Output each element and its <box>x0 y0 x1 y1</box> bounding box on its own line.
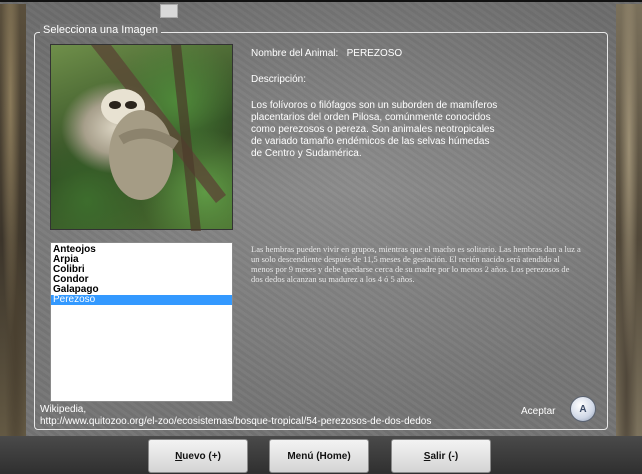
exit-button-label: alir (-) <box>430 450 459 462</box>
sloth-image <box>91 45 226 231</box>
additional-info-text: Las hembras pueden vivir en grupos, mien… <box>251 244 581 284</box>
source-credit: Wikipedia, http://www.quitozoo.org/el-zo… <box>40 404 520 428</box>
description-label: Descripción: <box>251 74 307 85</box>
menu-button-label: Menú (Home) <box>287 450 351 462</box>
source-name: Wikipedia, <box>40 404 87 415</box>
new-button-label: uevo (+) <box>182 450 221 462</box>
animal-name-row: Nombre del Animal: PEREZOSO <box>251 48 402 60</box>
new-button[interactable]: Nuevo (+) <box>148 439 248 473</box>
exit-button-mnemonic: S <box>423 450 431 462</box>
animal-photo <box>50 44 233 231</box>
animal-name-value: PEREZOSO <box>346 48 403 59</box>
accept-circle-icon: A <box>579 403 587 415</box>
animal-listbox[interactable]: Anteojos Arpia Colibri Condor Galapago P… <box>50 242 233 402</box>
main-window: Selecciona una Imagen Anteojos Arpia Col… <box>0 0 642 474</box>
source-url: http://www.quitozoo.org/el-zoo/ecosistem… <box>40 416 432 427</box>
new-button-mnemonic: N <box>175 450 183 462</box>
left-background-strip <box>0 4 26 474</box>
accept-button[interactable]: A <box>570 396 596 422</box>
list-item-selected[interactable]: Perezoso <box>51 295 232 305</box>
title-bar-button[interactable] <box>160 4 178 18</box>
right-background-strip <box>616 4 642 474</box>
exit-button[interactable]: Salir (-) <box>391 439 491 473</box>
accept-label: Aceptar <box>521 406 556 417</box>
animal-name-label: Nombre del Animal: <box>251 48 339 59</box>
group-title: Selecciona una Imagen <box>40 24 161 36</box>
menu-home-button[interactable]: Menú (Home) <box>269 439 369 473</box>
description-text: Los folívoros o filófagos son un suborde… <box>251 100 498 159</box>
